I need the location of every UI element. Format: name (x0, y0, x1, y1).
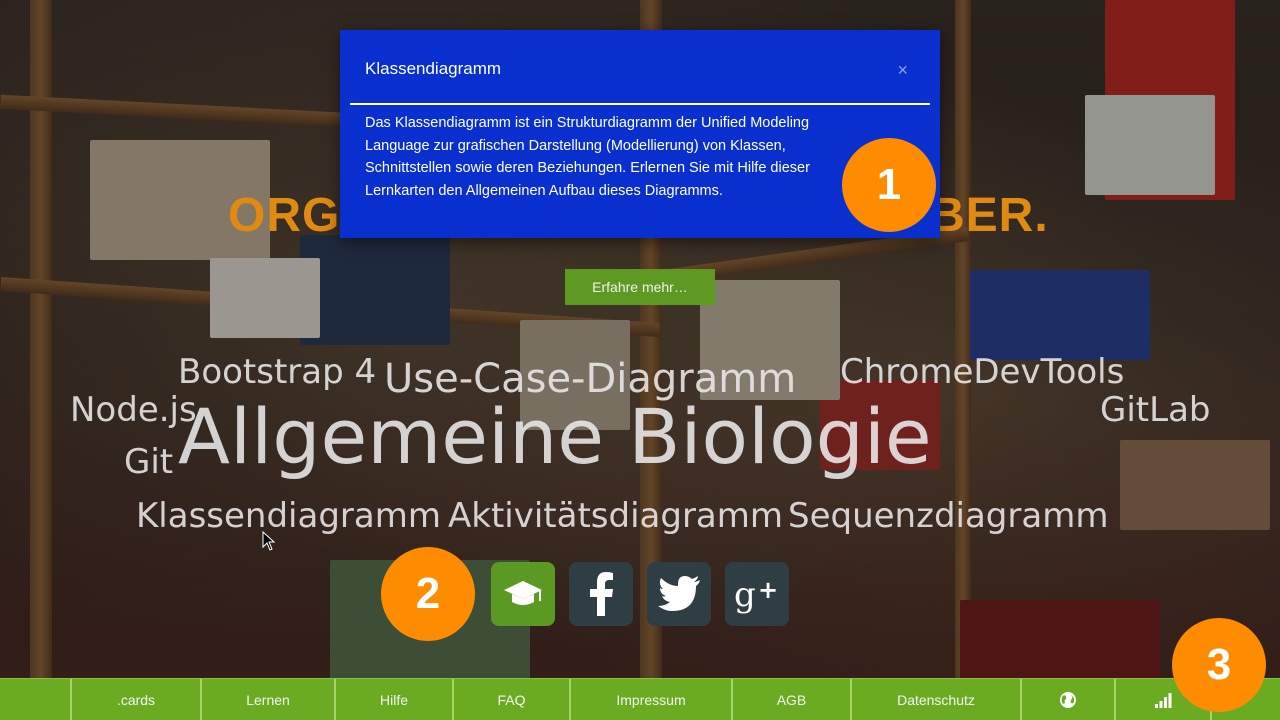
tag-gitlab[interactable]: GitLab (1100, 390, 1210, 430)
footer-link-faq[interactable]: FAQ (452, 679, 569, 720)
modal-title: Klassendiagramm (365, 59, 502, 78)
globe-icon[interactable] (1020, 679, 1114, 720)
step-badge-1: 1 (842, 138, 936, 232)
footer-link-datenschutz[interactable]: Datenschutz (850, 679, 1020, 720)
google-plus-icon[interactable]: g + (725, 562, 789, 626)
headline-right: BER. (930, 189, 1049, 242)
svg-text:+: + (758, 576, 778, 604)
modal-divider (350, 103, 930, 105)
tag-bootstrap[interactable]: Bootstrap 4 (178, 352, 376, 392)
tag-git[interactable]: Git (124, 442, 173, 482)
facebook-icon[interactable] (569, 562, 633, 626)
footer-link-agb[interactable]: AGB (731, 679, 850, 720)
tag-allgemeine-biologie[interactable]: Allgemeine Biologie (178, 392, 932, 481)
footer-spacer (0, 679, 70, 720)
modal-body-text: Das Klassendiagramm ist ein Strukturdiag… (365, 115, 810, 199)
footer-link-hilfe[interactable]: Hilfe (334, 679, 452, 720)
twitter-icon[interactable] (647, 562, 711, 626)
step-badge-2: 2 (381, 547, 475, 641)
headline-left: ORG (228, 189, 341, 242)
step-badge-3: 3 (1172, 618, 1266, 712)
footer-link-impressum[interactable]: Impressum (569, 679, 731, 720)
footer-nav: .cards Lernen Hilfe FAQ Impressum AGB Da… (0, 678, 1280, 720)
tag-aktivitaetsdiagramm[interactable]: Aktivitätsdiagramm (448, 496, 783, 536)
tag-sequenzdiagramm[interactable]: Sequenzdiagramm (788, 496, 1108, 536)
close-icon[interactable]: × (897, 60, 908, 81)
tag-klassendiagramm[interactable]: Klassendiagramm (136, 496, 441, 536)
mouse-cursor-icon (262, 531, 276, 551)
footer-link-lernen[interactable]: Lernen (200, 679, 334, 720)
tag-chromedevtools[interactable]: ChromeDevTools (840, 352, 1124, 392)
learn-more-button[interactable]: Erfahre mehr… (565, 269, 715, 305)
graduation-cap-icon[interactable] (491, 562, 555, 626)
footer-link-cards[interactable]: .cards (70, 679, 200, 720)
svg-text:g: g (734, 575, 756, 614)
